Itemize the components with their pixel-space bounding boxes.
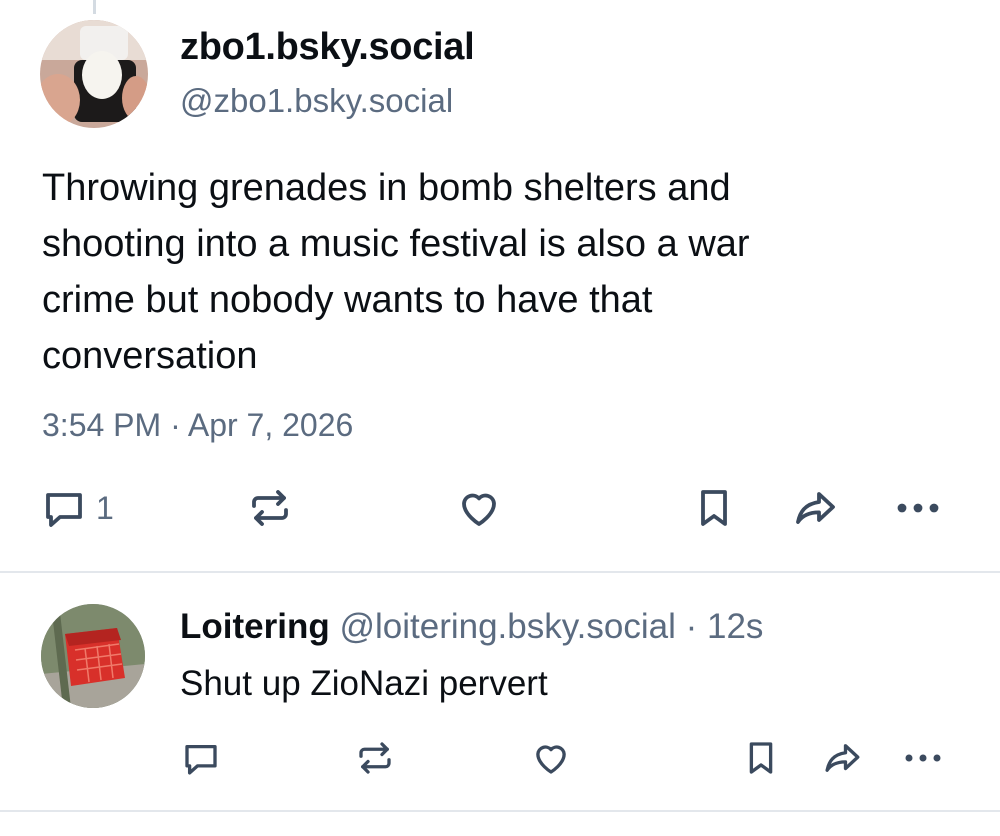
reply-reply-button[interactable]	[180, 737, 222, 779]
post-text: Throwing grenades in bomb shelters and s…	[42, 160, 942, 384]
main-post: zbo1.bsky.social @zbo1.bsky.social Throw…	[0, 0, 1000, 572]
more-options-button[interactable]	[892, 484, 944, 532]
repost-button[interactable]	[246, 484, 294, 532]
post-divider	[0, 571, 1000, 573]
share-icon	[796, 492, 835, 524]
post-thread: zbo1.bsky.social @zbo1.bsky.social Throw…	[0, 0, 1000, 836]
author-display-name[interactable]: zbo1.bsky.social	[180, 26, 475, 69]
bookmark-icon	[749, 742, 773, 774]
more-icon	[905, 754, 941, 762]
reply-button[interactable]: 1	[40, 484, 114, 532]
share-icon	[825, 744, 860, 772]
reply-age[interactable]: 12s	[707, 607, 763, 646]
author-avatar[interactable]	[40, 20, 148, 128]
post-text-line: shooting into a music festival is also a…	[42, 223, 750, 265]
post-text-line: crime but nobody wants to have that	[42, 279, 653, 321]
reply-icon	[46, 493, 82, 527]
reply-icon	[185, 744, 217, 775]
post-divider	[0, 810, 1000, 812]
post-action-bar: 1	[0, 478, 1000, 538]
share-button[interactable]	[790, 484, 840, 532]
reply-bookmark-button[interactable]	[740, 737, 782, 779]
reply-header: Loitering @loitering.bsky.social · 12s	[180, 607, 763, 647]
reply-author-handle[interactable]: @loitering.bsky.social	[339, 607, 675, 646]
reply-header-separator: ·	[685, 607, 698, 646]
reply-author-display-name[interactable]: Loitering	[180, 607, 330, 646]
author-handle[interactable]: @zbo1.bsky.social	[180, 82, 453, 120]
reply-action-bar	[0, 733, 1000, 783]
post-text-line: Throwing grenades in bomb shelters and	[42, 167, 731, 209]
repost-icon	[252, 490, 288, 526]
reply-share-button[interactable]	[820, 737, 864, 779]
reply-more-options-button[interactable]	[900, 737, 946, 779]
like-button[interactable]	[455, 484, 503, 532]
bookmark-icon	[701, 490, 727, 526]
repost-icon	[359, 742, 391, 774]
post-text-line: conversation	[42, 335, 258, 377]
like-icon	[462, 493, 496, 526]
bookmark-button[interactable]	[690, 484, 738, 532]
like-icon	[536, 745, 566, 774]
reply-text: Shut up ZioNazi pervert	[180, 664, 548, 703]
reply-count: 1	[96, 489, 114, 526]
more-icon	[897, 503, 939, 513]
reply-author-avatar[interactable]	[41, 604, 145, 708]
reply-repost-button[interactable]	[354, 737, 396, 779]
reply-like-button[interactable]	[530, 737, 572, 779]
post-timestamp[interactable]: 3:54 PM · Apr 7, 2026	[42, 407, 353, 444]
